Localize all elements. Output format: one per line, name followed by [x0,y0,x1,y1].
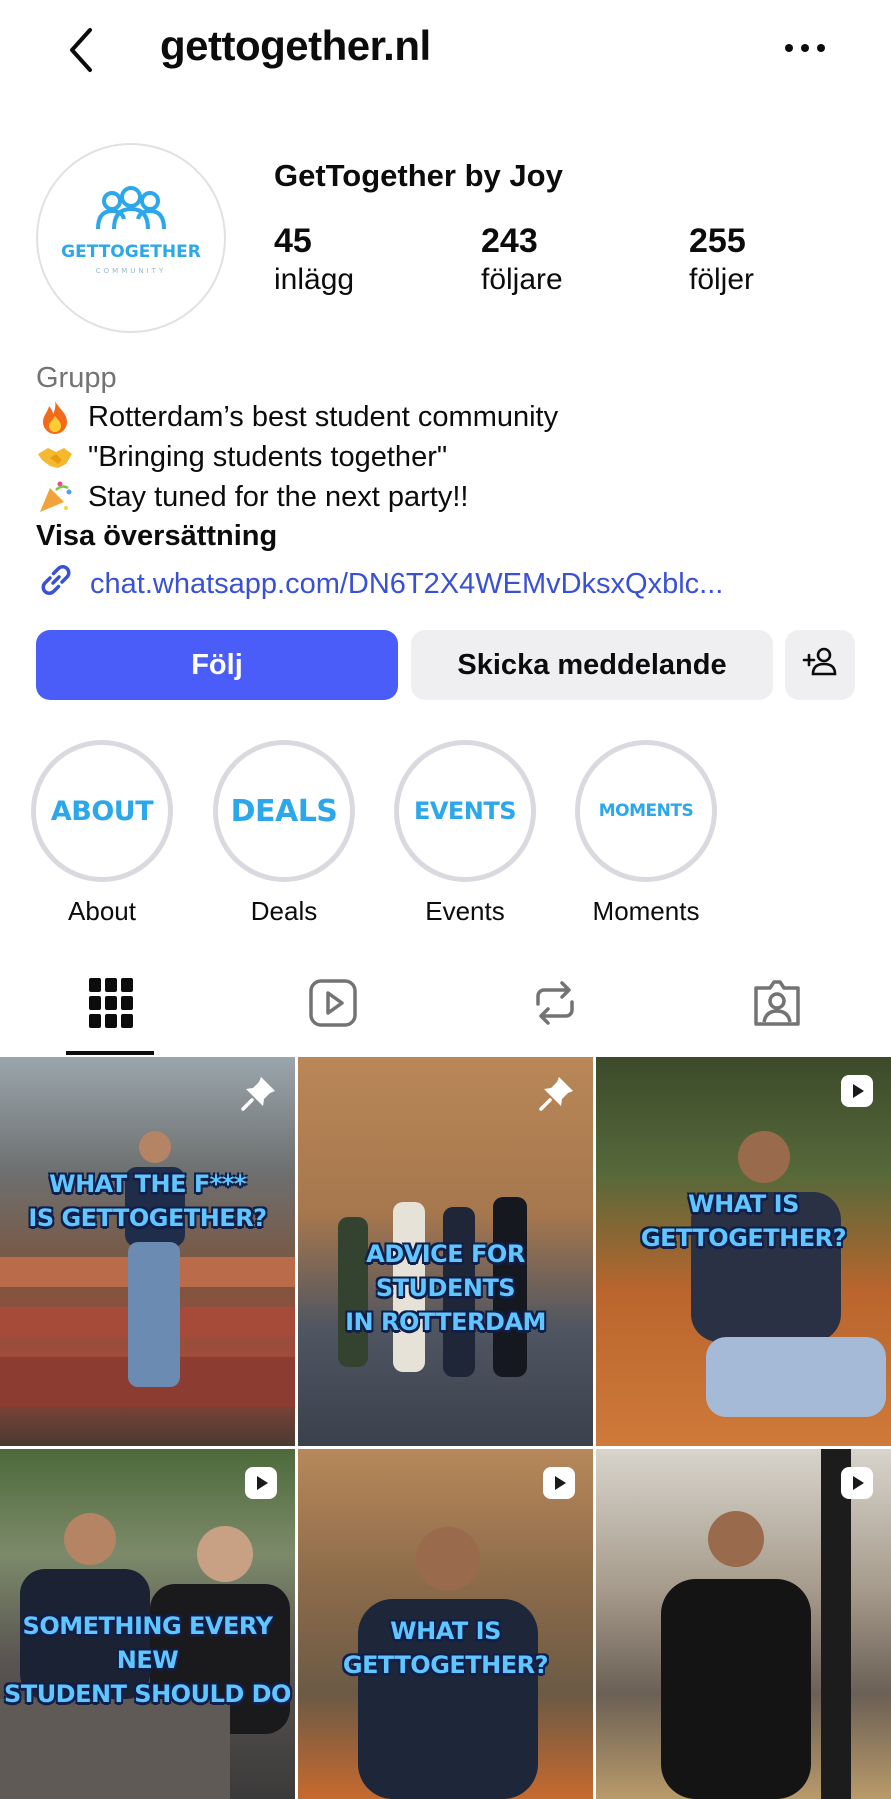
bio-line: Rotterdam’s best student community [36,398,558,436]
add-person-icon [802,646,838,684]
profile-avatar[interactable]: GETTOGETHER COMMUNITY [36,143,226,333]
reel-icon [243,1465,279,1506]
svg-text:GETTOGETHER: GETTOGETHER [61,242,201,262]
tab-tagged[interactable] [666,955,888,1055]
stat-following-label: följer [689,263,755,296]
stat-posts-label: inlägg [274,263,355,296]
highlight-label: Deals [250,896,318,926]
stat-followers-label: följare [481,263,563,296]
see-translation-link[interactable]: Visa översättning [36,520,277,553]
reel-icon [541,1465,577,1506]
highlight-moments[interactable]: MOMENTS Moments [575,740,717,927]
display-name: GetTogether by Joy [274,158,563,193]
bio-text: Rotterdam’s best student community [88,400,559,433]
post-caption: WHAT THE F*** IS GETTOGETHER? [28,1170,267,1232]
profile-username: gettogether.nl [160,22,431,69]
highlight-deals[interactable]: DEALS Deals [213,740,355,927]
profile-tabs [0,955,891,1055]
highlight-ring: ABOUT [31,740,173,882]
stat-following[interactable]: 255 följer [689,222,754,297]
link-icon [36,560,76,608]
post-tile[interactable]: SOMETHING EVERY NEW STUDENT SHOULD DO [0,1449,295,1799]
highlight-label: Events [425,896,505,926]
post-caption: WHAT IS GETTOGETHER? [640,1190,847,1252]
stat-followers[interactable]: 243 följare [481,222,563,297]
highlight-about[interactable]: ABOUT About [31,740,173,927]
highlight-ring: MOMENTS [575,740,717,882]
highlight-events[interactable]: EVENTS Events [394,740,536,927]
tab-posts[interactable] [0,955,222,1055]
post-caption: WHAT IS GETTOGETHER? [342,1617,549,1679]
posts-grid: WHAT THE F*** IS GETTOGETHER? ADVICE FOR … [0,1057,891,1799]
profile-category: Grupp [36,362,117,394]
bio-line: "Bringing students together" [36,438,447,476]
tab-reels[interactable] [222,955,444,1055]
tab-reposts[interactable] [444,955,666,1055]
reel-icon [839,1073,875,1114]
stat-posts-count: 45 [274,222,312,260]
top-bar: gettogether.nl [0,0,891,100]
bio-line: Stay tuned for the next party!! [36,478,468,516]
pin-icon [537,1073,577,1118]
highlight-label: Moments [592,896,700,926]
grid-icon [89,977,133,1033]
stat-posts[interactable]: 45 inlägg [274,222,354,297]
follow-button[interactable]: Följ [36,630,398,700]
stat-followers-count: 243 [481,222,538,260]
svg-text:COMMUNITY: COMMUNITY [96,267,166,275]
highlight-label: About [68,896,136,926]
post-tile[interactable] [596,1449,891,1799]
external-link[interactable]: chat.whatsapp.com/DN6T2X4WEMvDksxQxblc..… [36,560,723,608]
active-tab-indicator [66,1051,154,1055]
party-popper-icon [36,478,74,516]
post-tile[interactable]: ADVICE FOR STUDENTS IN ROTTERDAM [298,1057,593,1446]
highlight-ring: EVENTS [394,740,536,882]
suggested-users-button[interactable] [785,630,855,700]
stat-following-count: 255 [689,222,746,260]
highlight-ring: DEALS [213,740,355,882]
post-tile[interactable]: WHAT IS GETTOGETHER? [298,1449,593,1799]
bio-text: "Bringing students together" [88,440,448,473]
post-caption: SOMETHING EVERY NEW STUDENT SHOULD DO [4,1612,291,1708]
reposts-icon [532,978,578,1033]
gettogether-logo: GETTOGETHER COMMUNITY [61,186,201,275]
post-caption: ADVICE FOR STUDENTS IN ROTTERDAM [345,1240,546,1336]
reels-icon [308,978,358,1033]
post-tile[interactable]: WHAT IS GETTOGETHER? [596,1057,891,1446]
link-text: chat.whatsapp.com/DN6T2X4WEMvDksxQxblc..… [90,567,724,600]
reel-icon [839,1465,875,1506]
post-tile[interactable]: WHAT THE F*** IS GETTOGETHER? [0,1057,295,1446]
pin-icon [239,1073,279,1118]
back-icon[interactable] [62,22,102,78]
handshake-icon [36,438,74,476]
message-button[interactable]: Skicka meddelande [411,630,773,700]
fire-icon [36,398,74,436]
tagged-icon [752,978,802,1033]
more-options-icon[interactable] [780,30,830,66]
bio-text: Stay tuned for the next party!! [88,480,469,513]
